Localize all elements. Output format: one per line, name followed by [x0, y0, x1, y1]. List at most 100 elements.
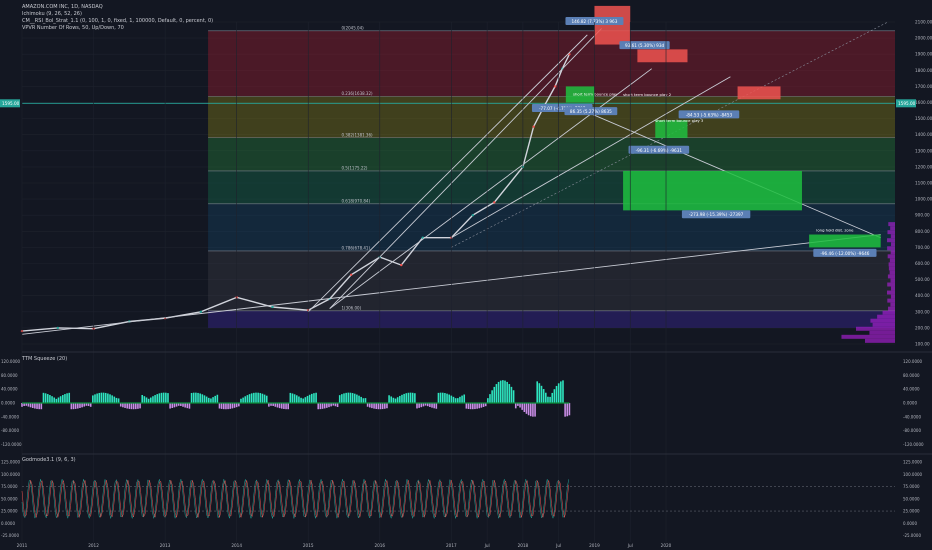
trade-box	[637, 49, 688, 63]
vpvr-bar	[887, 282, 895, 287]
vpvr-bar	[865, 338, 895, 343]
squeeze-tick-left: -80.0000	[1, 428, 19, 433]
price-tick: 1500.00	[915, 116, 932, 121]
squeeze-tick-left: -120.0000	[1, 442, 22, 447]
godmode-tick-left: 50.0000	[1, 496, 18, 501]
godmode-tick: 50.0000	[903, 496, 920, 501]
price-tick: 1200.00	[915, 164, 932, 169]
vpvr-bar	[841, 334, 895, 339]
godmode-pane: 125.0000 125.0000 100.0000 100.0000 75.0000 7…	[1, 460, 923, 539]
price-tick: 1000.00	[915, 197, 932, 202]
time-tick: Jul	[627, 543, 633, 548]
price-point	[471, 214, 475, 217]
godmode-line-fast	[21, 478, 569, 520]
vpvr-bar	[889, 270, 895, 275]
last-price-value: 1595.00	[898, 101, 916, 106]
time-tick: 2018	[518, 543, 529, 548]
squeeze-tick: 40.0000	[903, 387, 920, 392]
price-tick: 800.00	[915, 229, 930, 234]
time-tick: 2012	[88, 543, 99, 548]
godmode-tick-left: 25.0000	[1, 509, 18, 514]
fib-zone	[208, 310, 895, 328]
price-tick: 500.00	[915, 277, 930, 282]
godmode-tick: 25.0000	[903, 509, 920, 514]
trade-box	[623, 170, 802, 211]
vpvr-bar	[887, 274, 895, 279]
time-tick: 2017	[446, 543, 457, 548]
trade-box	[809, 234, 881, 248]
vpvr-bar	[870, 318, 895, 323]
symbol-title[interactable]: AMAZON.COM INC, 1D, NASDAQ	[22, 4, 213, 11]
price-tick: 1400.00	[915, 132, 932, 137]
time-tick: 2015	[303, 543, 314, 548]
chart-canvas[interactable]: 0(2045.04) 0.236(1638.32) 0.382(1381.36) 0.…	[0, 0, 932, 550]
squeeze-tick: 0.0000	[903, 401, 917, 406]
indicator-vpvr[interactable]: VPVR Number Of Rows, 50, Up/Down, 70	[22, 25, 213, 32]
price-tick: 1700.00	[915, 84, 932, 89]
annotation-text: 93.61 (5.30%) 93d	[625, 43, 665, 48]
fib-label: 0.786(678.41)	[341, 245, 370, 250]
godmode-tick-left: 0.0000	[1, 521, 15, 526]
vpvr-bar	[869, 330, 895, 335]
annotation-text: 86.35 (5.27%) 8635	[570, 109, 612, 114]
vpvr-bar	[888, 222, 895, 227]
godmode-tick-left: 125.0000	[1, 460, 21, 465]
time-tick: 2014	[231, 543, 242, 548]
time-tick: 2011	[17, 543, 28, 548]
indicator-ichimoku[interactable]: Ichimoku (9, 26, 52, 26)	[22, 11, 213, 18]
price-point	[532, 125, 535, 128]
squeeze-tick-left: 80.0000	[1, 373, 18, 378]
godmode-tick: 125.0000	[903, 460, 923, 465]
vpvr-bar	[890, 226, 895, 231]
annotation-text: -84.53 (-5.63%) -8453	[686, 112, 733, 117]
price-tick: 1800.00	[915, 68, 932, 73]
vpvr-bar	[887, 238, 895, 243]
note-text: short term bounce play	[573, 91, 618, 96]
vpvr-bar	[882, 310, 895, 315]
fib-zone	[208, 250, 895, 311]
time-tick: 2016	[374, 543, 385, 548]
vpvr-bar	[887, 246, 895, 251]
vpvr-bar	[887, 298, 895, 303]
price-point	[400, 263, 403, 267]
price-tick: 100.00	[915, 342, 930, 347]
squeeze-tick-left: 40.0000	[1, 387, 18, 392]
squeeze-tick-left: -40.0000	[1, 414, 19, 419]
trade-box	[594, 5, 631, 45]
indicator-rsi-strat[interactable]: CM__RSI_Bol_Strat_1.1 (0, 100, 1, 0, fix…	[22, 18, 213, 25]
price-point	[553, 85, 557, 88]
vpvr-bar	[888, 266, 895, 271]
squeeze-tick: 80.0000	[903, 373, 920, 378]
squeeze-tick: -80.0000	[903, 428, 921, 433]
fib-zone	[208, 96, 895, 138]
godmode-tick: 100.0000	[903, 472, 923, 477]
vpvr-bar	[872, 322, 895, 327]
godmode-title[interactable]: Godmode3.1 (9, 6, 3)	[22, 457, 76, 463]
price-tick: 700.00	[915, 245, 930, 250]
fib-label: 1(306.00)	[341, 305, 361, 310]
vpvr-bar	[890, 294, 895, 299]
squeeze-tick-left: 120.0000	[1, 359, 21, 364]
fib-zone	[208, 203, 895, 251]
time-tick: 2019	[589, 543, 600, 548]
squeeze-tick-left: 0.0000	[1, 401, 15, 406]
vpvr-bar	[887, 230, 895, 235]
price-point	[56, 326, 59, 330]
godmode-tick-left: 75.0000	[1, 484, 18, 489]
price-point	[493, 201, 496, 204]
vpvr-bar	[888, 262, 895, 267]
trade-box	[737, 86, 781, 100]
price-tick: 200.00	[915, 325, 930, 330]
vpvr-bar	[890, 242, 895, 247]
vpvr-bar	[887, 254, 895, 259]
godmode-tick: 75.0000	[903, 484, 920, 489]
squeeze-tick: 120.0000	[903, 359, 923, 364]
squeeze-tick: -40.0000	[903, 414, 921, 419]
squeeze-title[interactable]: TTM Squeeze (20)	[21, 356, 67, 362]
fib-label: 0.382(1381.36)	[341, 132, 373, 137]
fib-zone	[208, 137, 895, 171]
time-tick: Jul	[484, 543, 490, 548]
price-tick: 1900.00	[915, 52, 932, 57]
vpvr-bar	[890, 278, 895, 283]
time-tick: Jul	[555, 543, 561, 548]
